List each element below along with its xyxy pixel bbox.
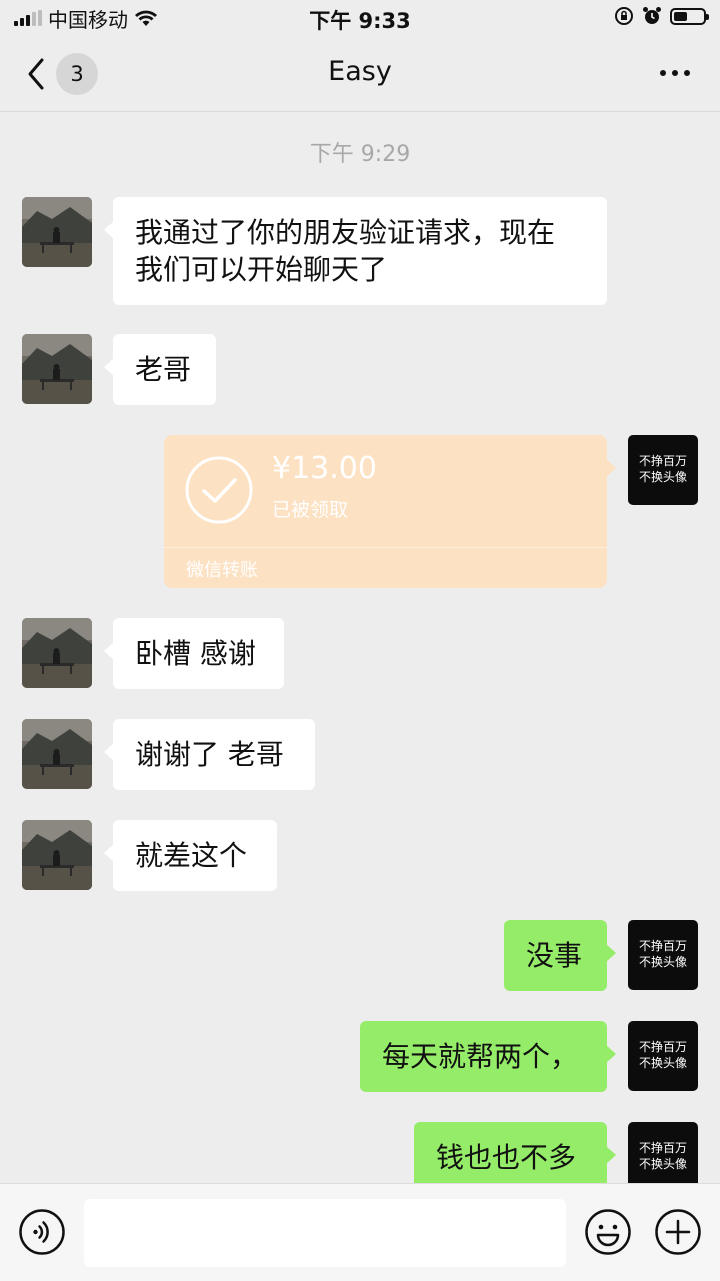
chat-header: 3 Easy [0,36,720,112]
plus-icon[interactable] [654,1208,702,1256]
battery-icon [670,7,709,25]
message-bubble[interactable]: 卧槽 感谢 [104,618,284,689]
divider [164,547,607,548]
self-avatar[interactable]: 不挣百万 不换头像 [628,1122,698,1192]
check-circle-icon [185,456,253,524]
transfer-card[interactable]: ¥13.00 已被领取 微信转账 [164,435,616,588]
message-bubble[interactable]: 我通过了你的朋友验证请求，现在 我们可以开始聊天了 [104,197,607,305]
message-bubble[interactable]: 没事 [504,920,616,991]
orientation-lock-icon [615,7,633,25]
transfer-label: 微信转账 [186,560,258,581]
friend-avatar[interactable] [22,197,92,267]
voice-icon[interactable] [18,1208,66,1256]
self-avatar[interactable]: 不挣百万 不换头像 [628,435,698,505]
friend-avatar[interactable] [22,719,92,789]
message-timestamp: 下午 9:29 [309,142,411,167]
chat-title: Easy [328,56,392,87]
alarm-icon [643,7,661,24]
self-avatar[interactable]: 不挣百万 不换头像 [628,920,698,990]
friend-avatar[interactable] [22,618,92,688]
status-bar: 中国移动 下午 9:33 [0,0,720,36]
more-icon[interactable] [660,70,690,76]
message-bubble[interactable]: 每天就帮两个， [360,1021,616,1092]
transfer-status: 已被领取 [272,499,349,521]
status-time: 下午 9:33 [309,9,411,33]
message-input[interactable] [84,1199,566,1267]
emoji-icon[interactable] [584,1208,632,1256]
message-bubble[interactable]: 就差这个 [104,820,277,891]
message-bubble[interactable]: 谢谢了 老哥 [104,719,315,790]
message-bubble[interactable]: 老哥 [104,334,216,405]
friend-avatar[interactable] [22,820,92,890]
transfer-amount: ¥13.00 [272,451,377,486]
friend-avatar[interactable] [22,334,92,404]
self-avatar[interactable]: 不挣百万 不换头像 [628,1021,698,1091]
input-bar [0,1183,720,1281]
